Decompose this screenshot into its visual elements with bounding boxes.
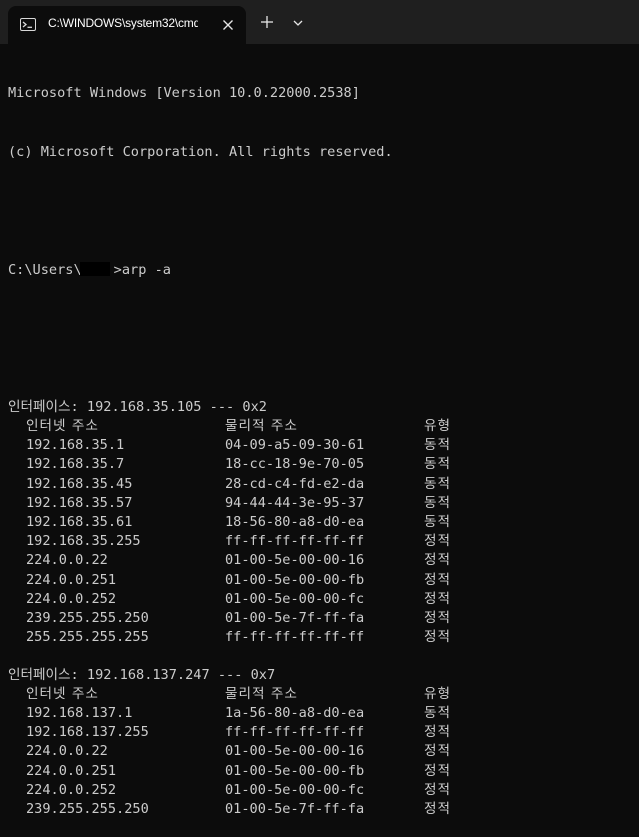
arp-entry-row: 224.0.0.22 01-00-5e-00-00-16 정적 bbox=[8, 742, 639, 761]
ip-address: 239.255.255.250 bbox=[26, 800, 149, 817]
arp-entry-row: 224.0.0.251 01-00-5e-00-00-fb 정적 bbox=[8, 762, 639, 781]
entry-type: 정적 bbox=[424, 533, 452, 550]
interface-list: 인터페이스: 192.168.35.105 --- 0x2 인터넷 주소 물리적 주… bbox=[8, 395, 639, 817]
interface-header: 인터페이스: 192.168.137.247 --- 0x7 bbox=[8, 666, 276, 683]
ip-address: 192.168.35.45 bbox=[26, 475, 133, 492]
terminal-icon bbox=[20, 18, 36, 31]
entry-type: 동적 bbox=[424, 494, 452, 511]
column-type: 유형 bbox=[424, 685, 452, 702]
mac-address: 01-00-5e-00-00-fc bbox=[225, 781, 365, 798]
column-header-row: 인터넷 주소 물리적 주소 유형 bbox=[8, 685, 639, 704]
entry-type: 동적 bbox=[424, 513, 452, 530]
entry-type: 정적 bbox=[424, 743, 452, 760]
entry-type: 정적 bbox=[424, 800, 452, 817]
mac-address: ff-ff-ff-ff-ff-ff bbox=[225, 724, 365, 741]
column-physical-address: 물리적 주소 bbox=[225, 685, 298, 702]
entry-type: 정적 bbox=[424, 571, 452, 588]
ip-address: 192.168.35.57 bbox=[26, 494, 133, 511]
ip-address: 255.255.255.255 bbox=[26, 629, 149, 646]
arp-entry-row: 192.168.35.1 04-09-a5-09-30-61 동적 bbox=[8, 436, 639, 455]
column-type: 유형 bbox=[424, 418, 452, 434]
mac-address: 18-56-80-a8-d0-ea bbox=[225, 513, 365, 530]
column-internet-address: 인터넷 주소 bbox=[26, 418, 99, 434]
tab-title: C:\WINDOWS\system32\cmd.exe bbox=[48, 16, 198, 30]
mac-address: 28-cd-c4-fd-e2-da bbox=[225, 475, 365, 492]
ip-address: 224.0.0.22 bbox=[26, 743, 108, 760]
interface-header: 인터페이스: 192.168.35.105 --- 0x2 bbox=[8, 399, 267, 415]
title-bar: C:\WINDOWS\system32\cmd.exe bbox=[0, 0, 639, 44]
arp-entry-row: 239.255.255.250 01-00-5e-7f-ff-fa 정적 bbox=[8, 800, 639, 819]
entry-type: 정적 bbox=[424, 609, 452, 626]
banner-line-2: (c) Microsoft Corporation. All rights re… bbox=[8, 143, 393, 160]
entry-type: 정적 bbox=[424, 590, 452, 607]
ip-address: 192.168.137.1 bbox=[26, 704, 133, 721]
mac-address: 1a-56-80-a8-d0-ea bbox=[225, 704, 365, 721]
column-header-row: 인터넷 주소 물리적 주소 유형 bbox=[8, 417, 639, 436]
ip-address: 224.0.0.252 bbox=[26, 590, 117, 607]
entry-type: 동적 bbox=[424, 437, 452, 454]
entry-type: 정적 bbox=[424, 781, 452, 798]
entry-type: 정적 bbox=[424, 724, 452, 741]
prompt-prefix: C:\Users\ bbox=[8, 261, 82, 278]
prompt-command: >arp -a bbox=[113, 261, 171, 278]
mac-address: 01-00-5e-7f-ff-fa bbox=[225, 800, 365, 817]
mac-address: ff-ff-ff-ff-ff-ff bbox=[225, 629, 365, 646]
entry-type: 정적 bbox=[424, 629, 452, 646]
close-icon[interactable] bbox=[220, 17, 236, 33]
arp-entry-row: 224.0.0.251 01-00-5e-00-00-fb 정적 bbox=[8, 571, 639, 590]
plus-icon[interactable] bbox=[258, 13, 276, 31]
mac-address: 04-09-a5-09-30-61 bbox=[225, 437, 365, 454]
arp-entry-row: 224.0.0.252 01-00-5e-00-00-fc 정적 bbox=[8, 781, 639, 800]
ip-address: 239.255.255.250 bbox=[26, 609, 149, 626]
entry-type: 동적 bbox=[424, 704, 452, 721]
mac-address: 01-00-5e-7f-ff-fa bbox=[225, 609, 365, 626]
ip-address: 192.168.35.1 bbox=[26, 437, 125, 454]
redacted-username bbox=[79, 261, 110, 276]
interface-block: 인터페이스: 192.168.137.247 --- 0x7 인터넷 주소 물리적 … bbox=[8, 666, 639, 819]
ip-address: 192.168.35.7 bbox=[26, 456, 125, 473]
entry-type: 동적 bbox=[424, 475, 452, 492]
mac-address: 01-00-5e-00-00-fb bbox=[225, 762, 365, 779]
mac-address: 18-cc-18-9e-70-05 bbox=[225, 456, 365, 473]
banner-line-1: Microsoft Windows [Version 10.0.22000.25… bbox=[8, 85, 360, 101]
ip-address: 192.168.35.255 bbox=[26, 533, 141, 550]
ip-address: 224.0.0.252 bbox=[26, 781, 117, 798]
arp-entry-row: 255.255.255.255 ff-ff-ff-ff-ff-ff 정적 bbox=[8, 628, 639, 647]
arp-entry-row: 192.168.137.255 ff-ff-ff-ff-ff-ff 정적 bbox=[8, 723, 639, 742]
column-internet-address: 인터넷 주소 bbox=[26, 685, 99, 702]
ip-address: 224.0.0.251 bbox=[26, 571, 117, 588]
arp-entry-row: 192.168.35.7 18-cc-18-9e-70-05 동적 bbox=[8, 455, 639, 474]
arp-entry-row: 192.168.35.61 18-56-80-a8-d0-ea 동적 bbox=[8, 513, 639, 532]
arp-entry-row: 239.255.255.250 01-00-5e-7f-ff-fa 정적 bbox=[8, 609, 639, 628]
mac-address: 01-00-5e-00-00-fc bbox=[225, 590, 365, 607]
arp-entry-row: 224.0.0.252 01-00-5e-00-00-fc 정적 bbox=[8, 590, 639, 609]
ip-address: 192.168.35.61 bbox=[26, 513, 133, 530]
arp-entry-row: 192.168.35.57 94-44-44-3e-95-37 동적 bbox=[8, 494, 639, 513]
entry-type: 동적 bbox=[424, 456, 452, 473]
arp-entry-row: 192.168.137.1 1a-56-80-a8-d0-ea 동적 bbox=[8, 704, 639, 723]
ip-address: 192.168.137.255 bbox=[26, 724, 149, 741]
ip-address: 224.0.0.251 bbox=[26, 762, 117, 779]
mac-address: 01-00-5e-00-00-fb bbox=[225, 571, 365, 588]
mac-address: ff-ff-ff-ff-ff-ff bbox=[225, 533, 365, 550]
tab-cmd[interactable]: C:\WINDOWS\system32\cmd.exe bbox=[8, 6, 246, 44]
entry-type: 정적 bbox=[424, 762, 452, 779]
prompt-line: C:\Users\ >arp -a bbox=[8, 261, 639, 281]
chevron-down-icon[interactable] bbox=[290, 15, 306, 29]
arp-entry-row: 192.168.35.45 28-cd-c4-fd-e2-da 동적 bbox=[8, 475, 639, 494]
interface-block: 인터페이스: 192.168.35.105 --- 0x2 인터넷 주소 물리적 주… bbox=[8, 398, 639, 667]
mac-address: 94-44-44-3e-95-37 bbox=[225, 494, 365, 511]
console-output[interactable]: Microsoft Windows [Version 10.0.22000.25… bbox=[8, 44, 639, 817]
mac-address: 01-00-5e-00-00-16 bbox=[225, 743, 365, 760]
arp-entry-row: 192.168.35.255 ff-ff-ff-ff-ff-ff 정적 bbox=[8, 532, 639, 551]
column-physical-address: 물리적 주소 bbox=[225, 418, 298, 434]
